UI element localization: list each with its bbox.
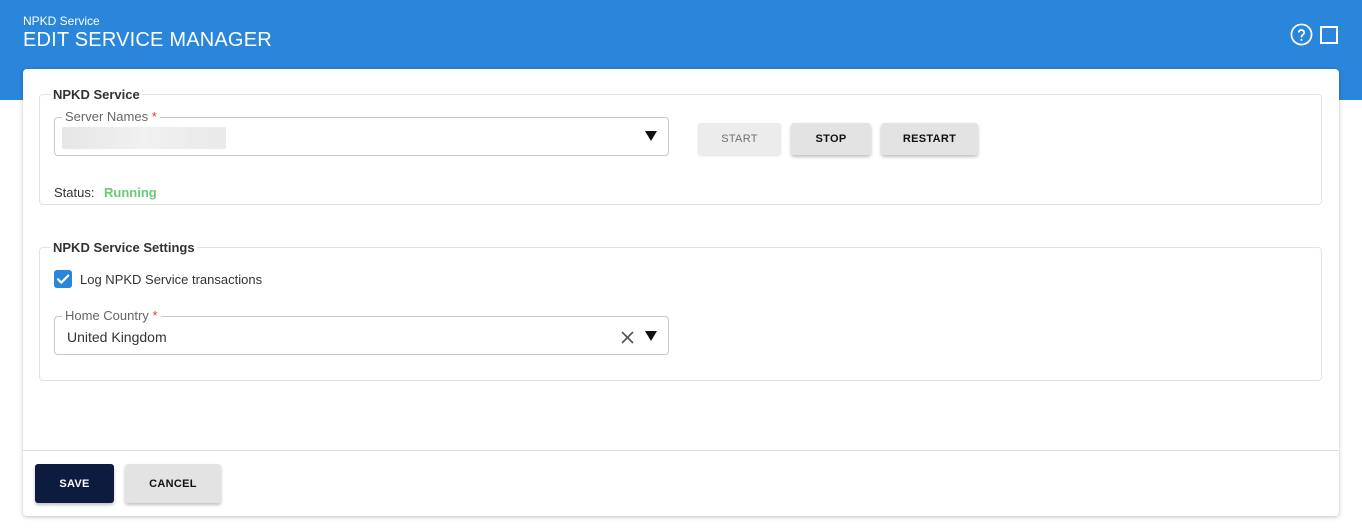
log-transactions-label: Log NPKD Service transactions (80, 272, 263, 287)
service-section-legend: NPKD Service (51, 87, 142, 102)
restart-button[interactable]: RESTART (881, 123, 978, 155)
settings-section-legend: NPKD Service Settings (51, 240, 197, 255)
close-icon[interactable] (621, 331, 634, 344)
chevron-down-icon[interactable] (645, 331, 657, 341)
server-names-label: Server Names * (62, 110, 160, 124)
settings-section (39, 247, 1322, 381)
required-marker: * (151, 109, 157, 124)
footer-divider (23, 450, 1339, 451)
save-button[interactable]: SAVE (35, 464, 114, 503)
help-circle-icon[interactable] (1290, 23, 1313, 46)
required-marker: * (152, 308, 158, 323)
chevron-down-icon[interactable] (645, 131, 657, 141)
server-names-label-text: Server Names (65, 109, 149, 124)
home-country-label-text: Home Country (65, 308, 149, 323)
status-label: Status: (54, 185, 95, 200)
stop-button[interactable]: STOP (791, 123, 871, 155)
header-subtitle: NPKD Service (23, 14, 100, 28)
start-button[interactable]: START (698, 123, 781, 155)
home-country-label: Home Country * (62, 309, 161, 323)
log-transactions-checkbox[interactable] (54, 270, 72, 288)
status-badge: Running (104, 185, 157, 200)
home-country-value: United Kingdom (67, 329, 167, 345)
cancel-button[interactable]: CANCEL (125, 464, 221, 503)
page-title: EDIT SERVICE MANAGER (23, 29, 272, 51)
maximize-icon[interactable] (1320, 26, 1338, 44)
server-names-value (62, 127, 226, 149)
